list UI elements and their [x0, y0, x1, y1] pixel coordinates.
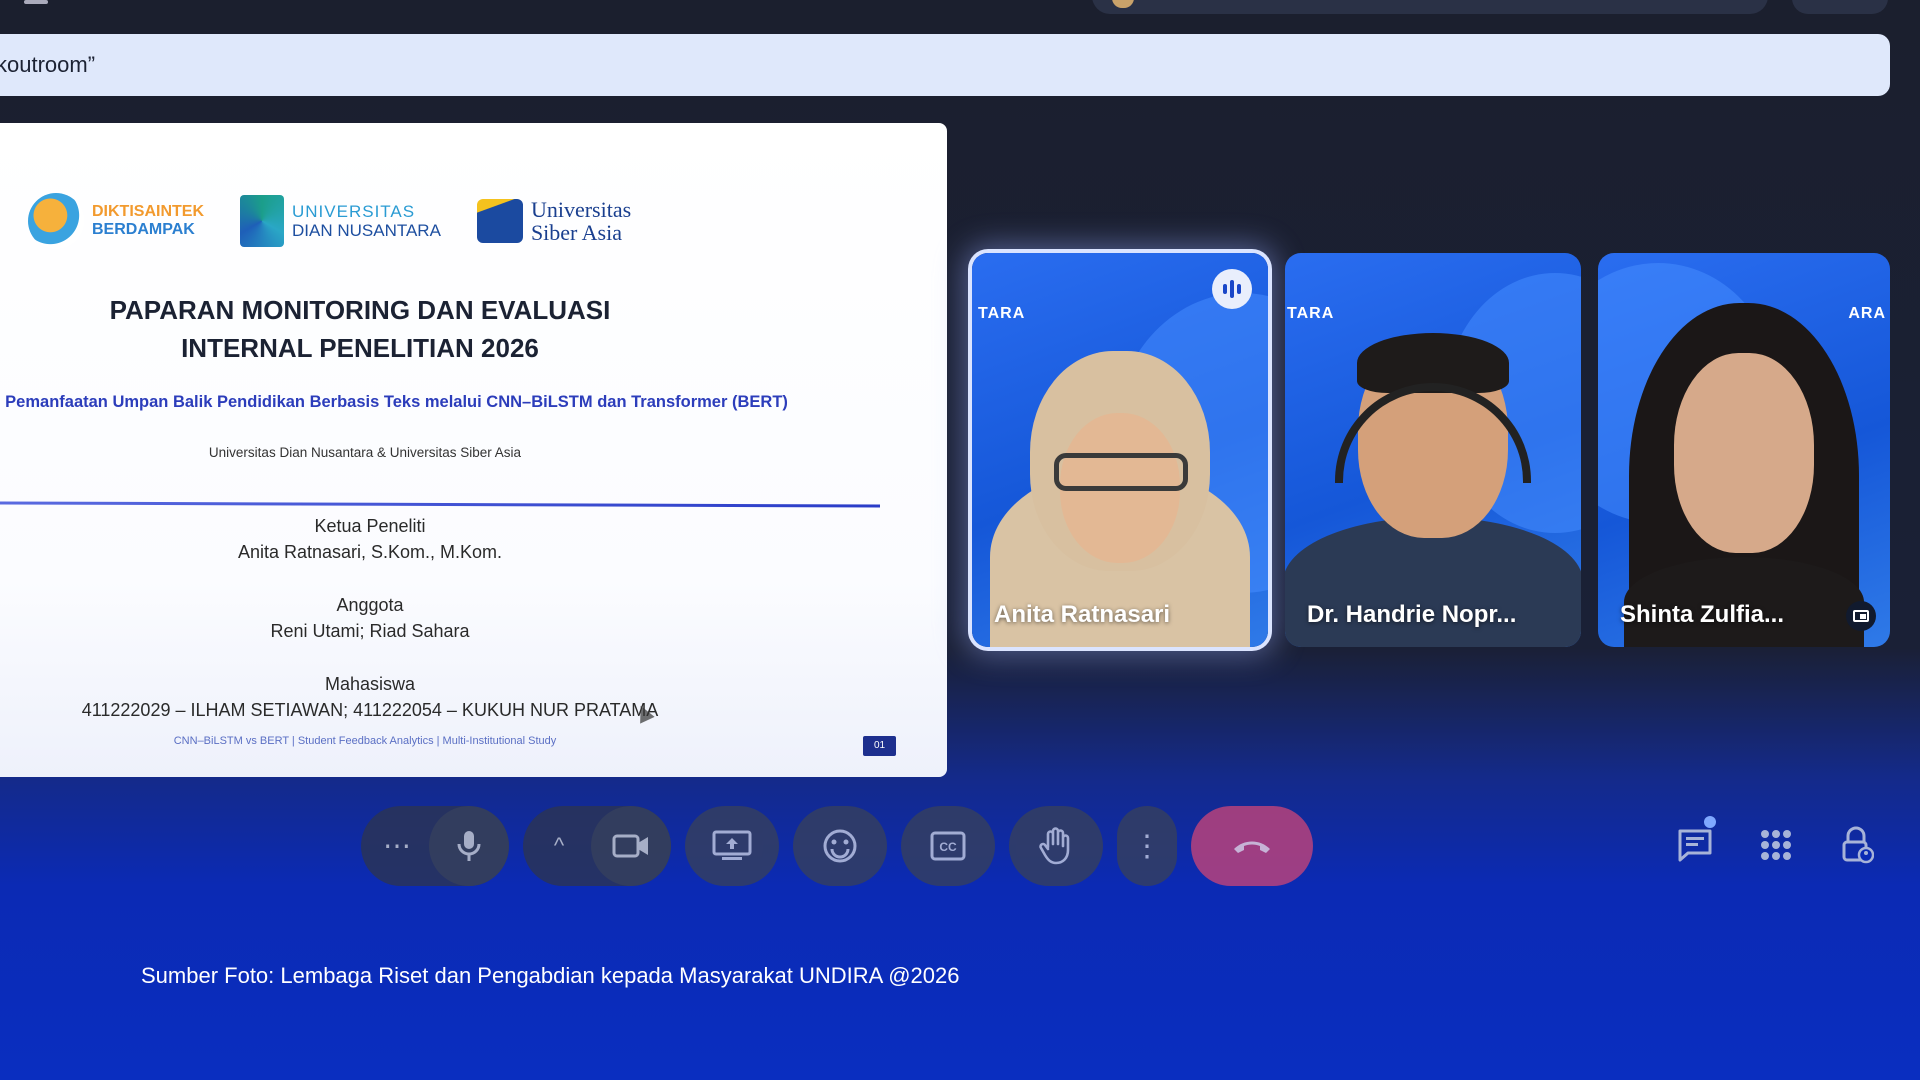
captions-button[interactable]: CC [901, 806, 995, 886]
diktisaintek-logo: DIKTISAINTEK BERDAMPAK [28, 193, 204, 249]
apps-icon [1761, 830, 1791, 860]
slide-page-number: 01 [863, 736, 896, 756]
presentation-slide: DIKTISAINTEK BERDAMPAK UNIVERSITAS DIAN … [0, 123, 947, 777]
banner-text: koutroom” [0, 52, 96, 77]
slide-title-line: PAPARAN MONITORING DAN EVALUASI [109, 295, 611, 325]
videocam-icon [612, 834, 648, 858]
more-vert-icon: ⋮ [1132, 829, 1162, 863]
camera-button[interactable] [591, 806, 671, 886]
leader-name: Anita Ratnasari, S.Kom., M.Kom. [237, 542, 503, 562]
undira-logo: UNIVERSITAS DIAN NUSANTARA [240, 195, 441, 247]
notification-dot [1704, 816, 1716, 828]
raise-hand-button[interactable] [1009, 806, 1103, 886]
logo-text: DIAN NUSANTARA [292, 221, 441, 240]
diktisaintek-logo-mark [28, 193, 84, 249]
tile-background-brand: ARA [1848, 305, 1886, 322]
slide-logo-row: DIKTISAINTEK BERDAMPAK UNIVERSITAS DIAN … [28, 193, 631, 249]
participant-tile[interactable]: TARA Dr. Handrie Nopr... [1285, 253, 1581, 647]
more-options-button[interactable]: ⋮ [1117, 806, 1177, 886]
present-screen-button[interactable] [685, 806, 779, 886]
logo-text: BERDAMPAK [92, 221, 195, 238]
slide-title: PAPARAN MONITORING DAN EVALUASI INTERNAL… [0, 291, 720, 367]
members-names: Reni Utami; Riad Sahara [270, 621, 470, 641]
participant-name: Dr. Handrie Nopr... [1307, 601, 1517, 628]
chat-icon [1678, 829, 1712, 862]
leader-block: Ketua Peneliti Anita Ratnasari, S.Kom., … [0, 513, 740, 565]
logo-text: DIKTISAINTEK [92, 203, 204, 220]
students-names: 411222029 – ILHAM SETIAWAN; 411222054 – … [81, 700, 659, 720]
chat-button[interactable] [1672, 822, 1718, 868]
leader-label: Ketua Peneliti [314, 516, 426, 536]
tile-background-brand: TARA [978, 305, 1026, 322]
window-control [24, 0, 48, 4]
logo-text: Universitas [530, 197, 632, 222]
participant-video-face [1674, 353, 1814, 553]
host-controls-button[interactable] [1834, 822, 1880, 868]
participant-tile[interactable]: TARA Anita Ratnasari [972, 253, 1268, 647]
undira-logo-mark [240, 195, 284, 247]
top-bar-button[interactable] [1792, 0, 1888, 14]
siber-asia-logo: Universitas Siber Asia [476, 197, 632, 245]
chevron-up-icon: ^ [553, 833, 565, 858]
siber-asia-logo-mark [476, 199, 523, 243]
hand-icon [1039, 827, 1070, 865]
logo-text: UNIVERSITAS [292, 202, 416, 221]
slide-subtitle: i Pemanfaatan Umpan Balik Pendidikan Ber… [0, 393, 788, 411]
leave-call-button[interactable] [1191, 806, 1313, 886]
participant-name: Shinta Zulfia... [1620, 601, 1785, 628]
activities-button[interactable] [1753, 822, 1799, 868]
breakout-room-banner: koutroom” [0, 34, 1890, 96]
members-block: Anggota Reni Utami; Riad Sahara [0, 592, 740, 644]
participant-name: Anita Ratnasari [994, 601, 1171, 628]
picture-in-picture-icon[interactable] [1846, 601, 1876, 631]
slide-title-line: INTERNAL PENELITIAN 2026 [181, 333, 539, 363]
reactions-button[interactable] [793, 806, 887, 886]
photo-source-caption: Sumber Foto: Lembaga Riset dan Pengabdia… [141, 963, 960, 988]
closed-caption-icon: CC [930, 831, 966, 861]
mic-button[interactable] [429, 806, 509, 886]
students-label: Mahasiswa [324, 674, 416, 694]
mic-icon [457, 831, 481, 861]
slide-divider [0, 501, 881, 508]
glasses [1054, 453, 1188, 491]
call-end-icon [1234, 841, 1270, 853]
more-horiz-icon: ⋯ [383, 830, 411, 861]
slide-footer: CNN–BiLSTM vs BERT | Student Feedback An… [173, 735, 557, 747]
logo-text: Siber Asia [530, 220, 622, 245]
slide-affiliation: Universitas Dian Nusantara & Universitas… [208, 445, 522, 460]
members-label: Anggota [336, 595, 404, 615]
svg-text:CC: CC [939, 840, 957, 854]
more-audio-options-button[interactable]: ⋯ [361, 806, 433, 886]
tile-background-brand: TARA [1287, 305, 1335, 322]
speaking-indicator-icon [1212, 269, 1252, 309]
camera-options-button[interactable]: ^ [523, 806, 595, 886]
participant-tile[interactable]: ARA Shinta Zulfia... [1598, 253, 1890, 647]
top-bar-field[interactable] [1092, 0, 1768, 14]
present-screen-icon [712, 830, 752, 860]
students-block: Mahasiswa 411222029 – ILHAM SETIAWAN; 41… [0, 671, 740, 723]
lock-person-icon [1842, 826, 1874, 864]
emoji-icon [823, 829, 857, 863]
